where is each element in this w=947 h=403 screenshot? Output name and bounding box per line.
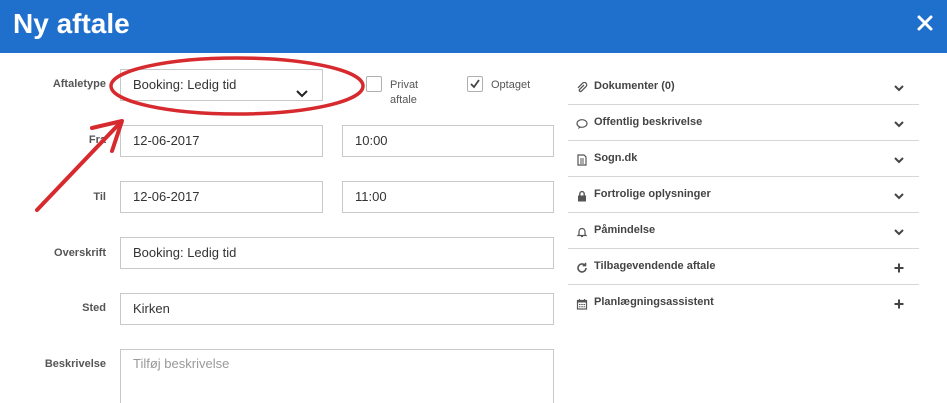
to-time-input[interactable]: 11:00 — [342, 181, 554, 213]
close-icon[interactable] — [914, 12, 936, 34]
sidebar-item-confidential[interactable]: Fortrolige oplysninger — [568, 177, 919, 213]
dialog-title: Ny aftale — [13, 8, 130, 39]
lock-icon — [576, 189, 588, 202]
heading-input[interactable]: Booking: Ledig tid — [120, 237, 554, 269]
busy-label: Optaget — [491, 79, 531, 91]
heading-label: Overskrift — [54, 247, 106, 259]
checkmark-icon — [470, 79, 480, 89]
sidebar-item-label: Påmindelse — [594, 224, 656, 236]
plus-icon — [893, 297, 905, 309]
busy-checkbox[interactable] — [467, 76, 483, 92]
to-date-input[interactable]: 12-06-2017 — [120, 181, 323, 213]
paperclip-icon — [576, 81, 588, 93]
document-icon — [576, 153, 588, 166]
description-label: Beskrivelse — [44, 358, 106, 370]
place-label: Sted — [82, 302, 106, 314]
sidebar-item-label: Offentlig beskrivelse — [594, 116, 703, 128]
sidebar-item-label: Sogn.dk — [594, 152, 638, 164]
from-time-input[interactable]: 10:00 — [342, 125, 554, 157]
from-label: Fra — [88, 134, 106, 146]
plus-icon — [893, 261, 905, 273]
chevron-down-icon — [893, 189, 905, 201]
place-input[interactable]: Kirken — [120, 293, 554, 325]
calendar-icon — [576, 297, 588, 310]
chevron-down-icon — [893, 225, 905, 237]
sidebar-item-label: Planlægningsassistent — [594, 296, 714, 308]
sidebar-item-reminder[interactable]: Påmindelse — [568, 213, 919, 249]
sidebar-item-label: Tilbagevendende aftale — [594, 260, 716, 272]
type-label: Aftaletype — [52, 78, 106, 90]
sidebar-item-planning-assistant[interactable]: Planlægningsassistent — [568, 285, 919, 321]
chevron-down-icon — [893, 117, 905, 129]
chevron-down-icon — [893, 81, 905, 93]
to-label: Til — [93, 191, 106, 203]
sidebar-item-label: Fortrolige oplysninger — [594, 188, 711, 200]
bell-icon — [576, 225, 588, 238]
sidebar-item-label: Dokumenter (0) — [594, 80, 675, 92]
from-date-input[interactable]: 12-06-2017 — [120, 125, 323, 157]
comment-icon — [576, 117, 588, 129]
type-select-value: Booking: Ledig tid — [133, 77, 237, 92]
private-checkbox[interactable] — [366, 76, 382, 92]
sidebar-item-documents[interactable]: Dokumenter (0) — [568, 69, 919, 105]
sidebar-item-sogn[interactable]: Sogn.dk — [568, 141, 919, 177]
chevron-down-icon — [893, 153, 905, 165]
description-textarea[interactable]: Tilføj beskrivelse — [120, 349, 554, 403]
sidebar-item-recurring[interactable]: Tilbagevendende aftale — [568, 249, 919, 285]
private-label: Privat aftale — [390, 79, 419, 106]
type-select[interactable]: Booking: Ledig tid — [120, 69, 323, 101]
dialog-header: Ny aftale — [0, 0, 947, 53]
chevron-down-icon — [296, 80, 308, 98]
refresh-icon — [576, 261, 588, 273]
sidebar-item-public-description[interactable]: Offentlig beskrivelse — [568, 105, 919, 141]
